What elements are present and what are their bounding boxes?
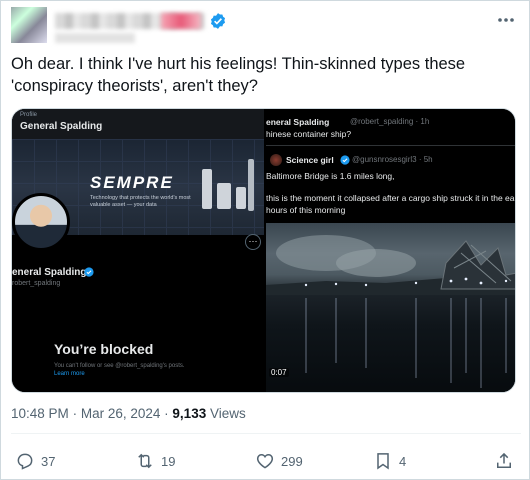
banner-device <box>202 169 212 209</box>
action-divider <box>11 433 521 434</box>
author-emoji-redacted <box>161 13 201 29</box>
reply-count: 37 <box>41 453 56 469</box>
share-icon <box>497 452 511 468</box>
banner-device <box>236 187 246 209</box>
reply-author-handle: @robert_spalding · 1h <box>350 117 430 126</box>
blocked-subtitle: You can't follow or see @robert_spalding… <box>54 363 185 369</box>
video-frame-illustration <box>266 235 515 388</box>
profile-topbar-small: Profile <box>20 112 38 118</box>
tweet-text-line: Oh dear. I think I've hurt his feelings!… <box>11 55 466 73</box>
reply-icon <box>17 453 33 470</box>
bookmark-count: 4 <box>399 453 407 469</box>
tweet-meta: 10:48 PM · Mar 26, 2024 · 9,133 Views <box>11 406 246 421</box>
reply-text: hinese container ship? <box>266 129 352 139</box>
meta-separator: · <box>164 406 169 421</box>
tweet-text-line: 'conspiracy theorists', aren't they? <box>11 77 258 95</box>
bookmark-icon <box>377 453 389 470</box>
blocked-profile-screenshot[interactable]: Profile General Spalding SEMPRE Technolo… <box>12 109 264 392</box>
quote-author-name: Science girl <box>286 155 334 165</box>
banner-device <box>217 183 231 209</box>
author-handle-redacted <box>55 33 135 43</box>
profile-avatar <box>12 193 70 251</box>
share-button[interactable] <box>494 449 514 473</box>
tweet-text: Oh dear. I think I've hurt his feelings!… <box>11 53 516 97</box>
repost-count: 19 <box>161 453 176 469</box>
profile-handle: robert_spalding <box>12 280 61 287</box>
meta-separator: · <box>72 406 78 421</box>
quoted-thread-screenshot[interactable]: eneral Spalding @robert_spalding · 1h hi… <box>266 109 515 392</box>
tweet-media[interactable]: Profile General Spalding SEMPRE Technolo… <box>11 108 516 393</box>
thread-divider <box>266 145 515 146</box>
reply-author-name: eneral Spalding <box>266 117 330 127</box>
tweet-time[interactable]: 10:48 PM <box>11 406 69 421</box>
repost-button[interactable]: 19 <box>135 449 175 473</box>
learn-more-link[interactable]: Learn more <box>54 371 85 377</box>
verified-badge-icon <box>210 13 226 29</box>
heart-icon <box>256 453 274 469</box>
like-button[interactable]: 299 <box>255 449 303 473</box>
banner-device <box>248 159 254 211</box>
views-count: 9,133 <box>172 406 207 421</box>
video-duration: 0:07 <box>269 368 289 377</box>
like-count: 299 <box>281 453 303 469</box>
profile-verified-icon <box>84 267 94 277</box>
repost-icon <box>138 453 152 469</box>
quote-text-line: Baltimore Bridge is 1.6 miles long, <box>266 171 395 181</box>
profile-topbar: Profile General Spalding <box>12 109 264 139</box>
tweet-card: Oh dear. I think I've hurt his feelings!… <box>0 0 530 480</box>
bridge-collapse-video[interactable] <box>266 223 515 392</box>
avatar[interactable] <box>11 7 47 43</box>
blocked-title: You’re blocked <box>54 341 154 357</box>
action-bar: 37 19 299 4 <box>1 449 530 473</box>
tweet-header <box>11 7 521 47</box>
reply-button[interactable]: 37 <box>15 449 55 473</box>
bookmark-button[interactable]: 4 <box>373 449 406 473</box>
banner-tagline: Technology that protects the world's mos… <box>90 195 191 208</box>
profile-more-icon[interactable]: ⋯ <box>245 234 261 250</box>
quote-text-line: this is the moment it collapsed after a … <box>266 193 515 203</box>
views-label: Views <box>209 406 246 421</box>
profile-topbar-name: General Spalding <box>20 121 103 132</box>
banner-brand: SEMPRE <box>90 173 174 192</box>
quote-text-line: hours of this morning <box>266 205 346 215</box>
quote-author-handle: @gunsnrosesgirl3 · 5h <box>352 155 433 164</box>
tweet-date[interactable]: Mar 26, 2024 <box>81 406 161 421</box>
profile-name: eneral Spalding <box>12 267 87 278</box>
quote-verified-icon <box>340 155 350 165</box>
quote-avatar <box>270 154 282 166</box>
more-options-icon[interactable] <box>495 11 517 29</box>
